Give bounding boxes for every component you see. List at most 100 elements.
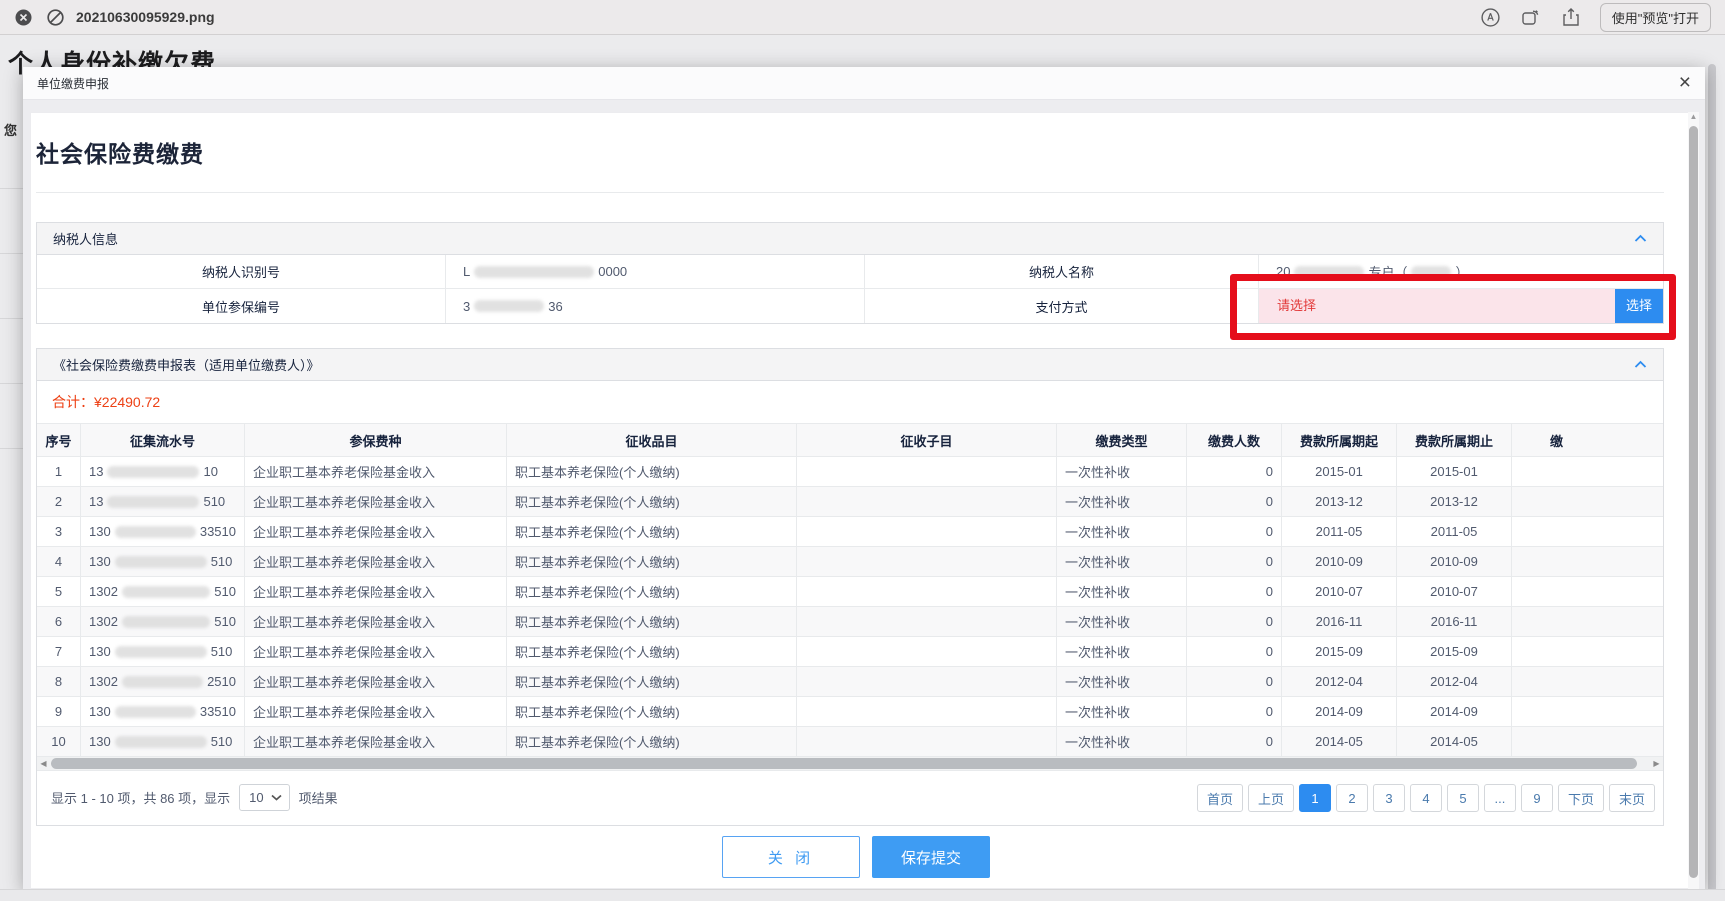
clipped-amount-cell bbox=[1512, 637, 1663, 667]
payer-count-cell: 0 bbox=[1187, 577, 1282, 607]
share-icon[interactable] bbox=[1560, 6, 1582, 28]
levy-subitem-cell bbox=[797, 637, 1057, 667]
pager-button-...[interactable]: ... bbox=[1484, 784, 1516, 812]
total-label: 合计： bbox=[52, 392, 94, 412]
prohibit-icon[interactable] bbox=[46, 8, 64, 26]
clipped-amount-cell bbox=[1512, 697, 1663, 727]
chevron-up-icon[interactable] bbox=[1634, 360, 1647, 369]
period-end-cell: 2016-11 bbox=[1397, 607, 1512, 637]
pager-button-3[interactable]: 3 bbox=[1373, 784, 1405, 812]
page-scrollbar[interactable] bbox=[1708, 40, 1716, 901]
value-fragment: 1302 bbox=[89, 614, 118, 629]
pager-button-下页[interactable]: 下页 bbox=[1558, 784, 1604, 812]
serial-cell: 130 510 bbox=[81, 727, 245, 757]
field-value-unit-insurance-no: 336 bbox=[446, 289, 865, 323]
levy-subitem-cell bbox=[797, 727, 1057, 757]
pager-button-9[interactable]: 9 bbox=[1521, 784, 1553, 812]
fee-type-cell: 企业职工基本养老保险基金收入 bbox=[245, 637, 507, 667]
value-fragment: 510 bbox=[203, 494, 225, 509]
scroll-up-arrow-icon[interactable]: ▲ bbox=[1688, 112, 1699, 121]
period-end-cell: 2014-09 bbox=[1397, 697, 1512, 727]
redaction-blur bbox=[115, 706, 196, 718]
taxpayer-info-header[interactable]: 纳税人信息 bbox=[37, 223, 1663, 255]
pagination-info-text: 显示 1 - 10 项，共 86 项，显示 bbox=[51, 788, 230, 807]
clipped-amount-cell bbox=[1512, 457, 1663, 487]
value-fragment: 510 bbox=[214, 614, 236, 629]
table-row: 51302510企业职工基本养老保险基金收入职工基本养老保险(个人缴纳)一次性补… bbox=[37, 577, 1663, 607]
levy-item-cell: 职工基本养老保险(个人缴纳) bbox=[507, 667, 797, 697]
payment-type-cell: 一次性补收 bbox=[1057, 517, 1187, 547]
fee-table: 序号征集流水号参保费种征收品目征收子目缴费类型缴费人数费款所属期起费款所属期止缴… bbox=[37, 424, 1663, 757]
pager-button-上页[interactable]: 上页 bbox=[1248, 784, 1294, 812]
close-icon[interactable]: × bbox=[1679, 71, 1691, 95]
page-size-select[interactable]: 10 bbox=[239, 784, 289, 811]
period-start-cell: 2011-05 bbox=[1282, 517, 1397, 547]
table-row: 313033510企业职工基本养老保险基金收入职工基本养老保险(个人缴纳)一次性… bbox=[37, 517, 1663, 547]
modal-scrollbar[interactable]: ▲ bbox=[1688, 112, 1699, 889]
value-fragment: 13 bbox=[89, 464, 103, 479]
pagination-info: 显示 1 - 10 项，共 86 项，显示 10 项结果 bbox=[51, 784, 338, 811]
scroll-right-arrow-icon[interactable]: ▶ bbox=[1650, 757, 1663, 770]
payment-method-cell: 请选择 选择 bbox=[1259, 289, 1663, 323]
pager-button-末页[interactable]: 末页 bbox=[1609, 784, 1655, 812]
declaration-form-header[interactable]: 《社会保险费缴费申报表（适用单位缴费人）》 bbox=[37, 349, 1663, 381]
payment-method-select-button[interactable]: 选择 bbox=[1615, 289, 1663, 323]
field-label-taxpayer-id: 纳税人识别号 bbox=[37, 255, 446, 289]
payer-count-cell: 0 bbox=[1187, 607, 1282, 637]
pager-button-4[interactable]: 4 bbox=[1410, 784, 1442, 812]
modal-scrollbar-thumb[interactable] bbox=[1689, 126, 1698, 878]
fee-type-cell: 企业职工基本养老保险基金收入 bbox=[245, 547, 507, 577]
pagination-buttons: 首页上页12345...9下页末页 bbox=[1192, 784, 1655, 812]
levy-item-cell: 职工基本养老保险(个人缴纳) bbox=[507, 607, 797, 637]
period-end-cell: 2012-04 bbox=[1397, 667, 1512, 697]
payment-type-cell: 一次性补收 bbox=[1057, 547, 1187, 577]
image-bottom-band bbox=[0, 889, 1725, 901]
column-header: 征收品目 bbox=[507, 424, 797, 457]
horizontal-scrollbar-thumb[interactable] bbox=[51, 758, 1637, 769]
payment-method-input[interactable]: 请选择 bbox=[1259, 289, 1615, 323]
pager-button-5[interactable]: 5 bbox=[1447, 784, 1479, 812]
payment-type-cell: 一次性补收 bbox=[1057, 457, 1187, 487]
column-header: 征收子目 bbox=[797, 424, 1057, 457]
page-scrollbar-thumb[interactable] bbox=[1708, 64, 1716, 894]
period-start-cell: 2015-09 bbox=[1282, 637, 1397, 667]
close-window-icon[interactable] bbox=[14, 8, 32, 26]
payer-count-cell: 0 bbox=[1187, 727, 1282, 757]
pager-button-1[interactable]: 1 bbox=[1299, 784, 1331, 812]
fee-type-cell: 企业职工基本养老保险基金收入 bbox=[245, 517, 507, 547]
pagination-row: 显示 1 - 10 项，共 86 项，显示 10 项结果 首页上页12345..… bbox=[37, 771, 1663, 825]
value-fragment: 130 bbox=[89, 734, 111, 749]
value-fragment: 510 bbox=[211, 734, 233, 749]
pager-button-首页[interactable]: 首页 bbox=[1197, 784, 1243, 812]
field-label-payment-method: 支付方式 bbox=[865, 289, 1259, 323]
levy-item-cell: 职工基本养老保险(个人缴纳) bbox=[507, 697, 797, 727]
pagination-info-suffix: 项结果 bbox=[299, 788, 338, 807]
markup-pencil-icon[interactable] bbox=[1480, 6, 1502, 28]
payer-count-cell: 0 bbox=[1187, 637, 1282, 667]
chevron-up-icon[interactable] bbox=[1634, 234, 1647, 243]
horizontal-scrollbar[interactable]: ◀ ▶ bbox=[37, 757, 1663, 771]
payer-count-cell: 0 bbox=[1187, 547, 1282, 577]
pager-button-2[interactable]: 2 bbox=[1336, 784, 1368, 812]
period-start-cell: 2010-07 bbox=[1282, 577, 1397, 607]
title-divider bbox=[36, 192, 1664, 193]
field-value-taxpayer-id: L0000 bbox=[446, 255, 865, 289]
period-end-cell: 2010-07 bbox=[1397, 577, 1512, 607]
close-button[interactable]: 关 闭 bbox=[722, 836, 860, 878]
redaction-blur bbox=[122, 676, 203, 688]
column-header: 缴 bbox=[1512, 424, 1663, 457]
total-amount-row: 合计：¥22490.72 bbox=[37, 381, 1663, 424]
save-submit-button[interactable]: 保存提交 bbox=[872, 836, 990, 878]
payer-count-cell: 0 bbox=[1187, 697, 1282, 727]
open-with-preview-button[interactable]: 使用"预览"打开 bbox=[1600, 3, 1711, 32]
clipped-amount-cell bbox=[1512, 727, 1663, 757]
field-label-unit-insurance-no: 单位参保编号 bbox=[37, 289, 446, 323]
scroll-left-arrow-icon[interactable]: ◀ bbox=[37, 757, 50, 770]
fee-type-cell: 企业职工基本养老保险基金收入 bbox=[245, 487, 507, 517]
levy-item-cell: 职工基本养老保险(个人缴纳) bbox=[507, 547, 797, 577]
value-fragment: 130 bbox=[89, 644, 111, 659]
row-number-cell: 2 bbox=[37, 487, 81, 517]
rotate-icon[interactable] bbox=[1520, 6, 1542, 28]
field-value-taxpayer-name: 20专户（） bbox=[1259, 255, 1663, 289]
section-title: 纳税人信息 bbox=[53, 229, 118, 248]
